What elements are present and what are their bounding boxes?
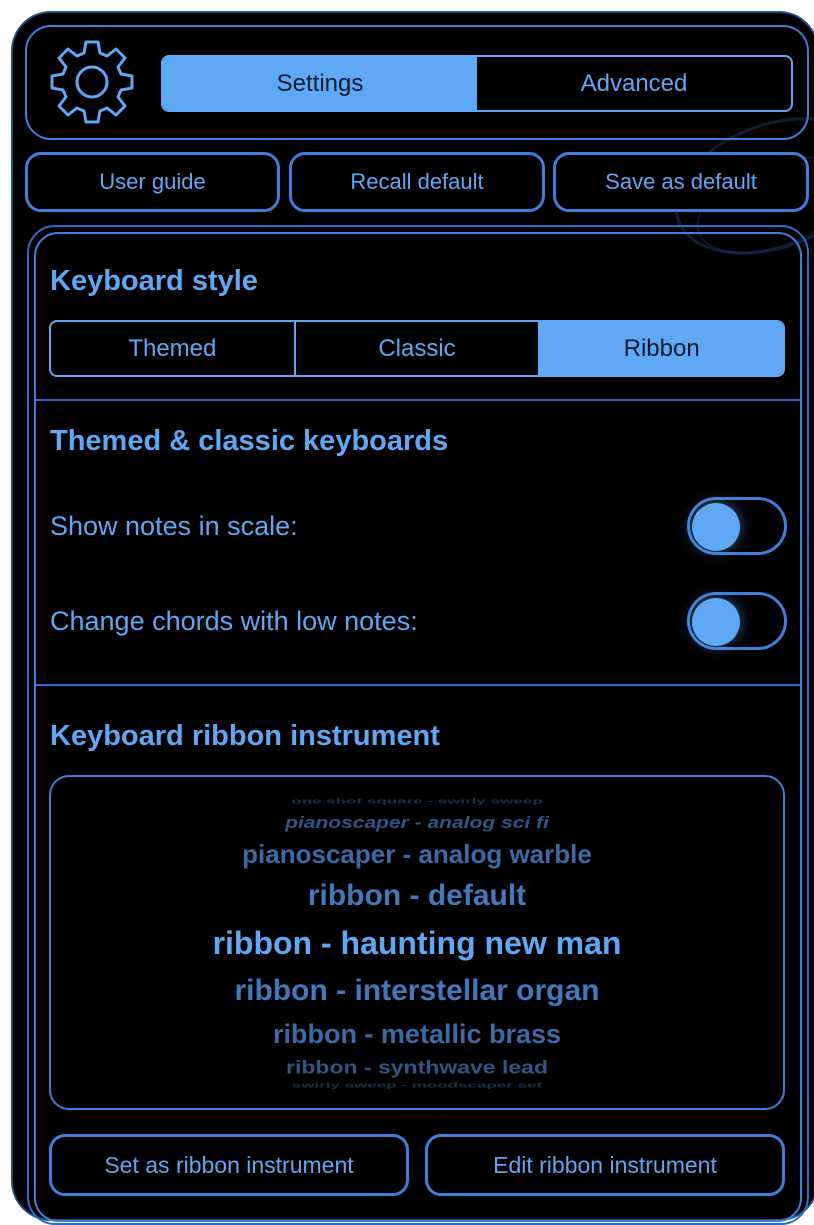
- user-guide-button[interactable]: User guide: [25, 152, 280, 212]
- change-chords-toggle[interactable]: [687, 592, 787, 650]
- picker-item[interactable]: ribbon - interstellar organ: [51, 974, 783, 1008]
- toggle-knob: [692, 503, 740, 551]
- main-tabs: Settings Advanced: [161, 55, 793, 112]
- toggle-knob: [692, 598, 740, 646]
- ribbon-instrument-title: Keyboard ribbon instrument: [50, 720, 440, 752]
- show-notes-toggle[interactable]: [687, 497, 787, 555]
- picker-item[interactable]: swirly sweep - moodscaper set: [51, 1081, 783, 1090]
- keyboard-style-selector: Themed Classic Ribbon: [49, 320, 785, 377]
- show-notes-label: Show notes in scale:: [50, 511, 298, 541]
- save-default-button[interactable]: Save as default: [553, 152, 809, 212]
- section-divider: [36, 684, 800, 686]
- picker-item[interactable]: ribbon - default: [51, 879, 783, 913]
- tab-advanced[interactable]: Advanced: [477, 57, 791, 110]
- section-divider: [36, 399, 800, 401]
- tab-settings[interactable]: Settings: [163, 57, 477, 110]
- keyboard-style-title: Keyboard style: [50, 265, 258, 297]
- style-option-ribbon[interactable]: Ribbon: [540, 322, 783, 375]
- ribbon-instrument-picker[interactable]: one shot square - swirly sweep pianoscap…: [49, 775, 785, 1110]
- change-chords-label: Change chords with low notes:: [50, 606, 418, 636]
- set-ribbon-instrument-button[interactable]: Set as ribbon instrument: [49, 1134, 409, 1196]
- picker-item[interactable]: ribbon - synthwave lead: [51, 1057, 783, 1079]
- style-option-classic[interactable]: Classic: [296, 322, 541, 375]
- gear-icon[interactable]: [44, 34, 140, 130]
- picker-item[interactable]: pianoscaper - analog warble: [51, 839, 783, 870]
- picker-item-selected[interactable]: ribbon - haunting new man: [51, 925, 783, 962]
- style-option-themed[interactable]: Themed: [51, 322, 296, 375]
- recall-default-button[interactable]: Recall default: [289, 152, 545, 212]
- picker-item[interactable]: ribbon - metallic brass: [51, 1019, 783, 1050]
- picker-item[interactable]: pianoscaper - analog sci fi: [51, 813, 783, 832]
- picker-item[interactable]: one shot square - swirly sweep: [51, 797, 783, 806]
- themed-classic-title: Themed & classic keyboards: [50, 425, 449, 457]
- edit-ribbon-instrument-button[interactable]: Edit ribbon instrument: [425, 1134, 785, 1196]
